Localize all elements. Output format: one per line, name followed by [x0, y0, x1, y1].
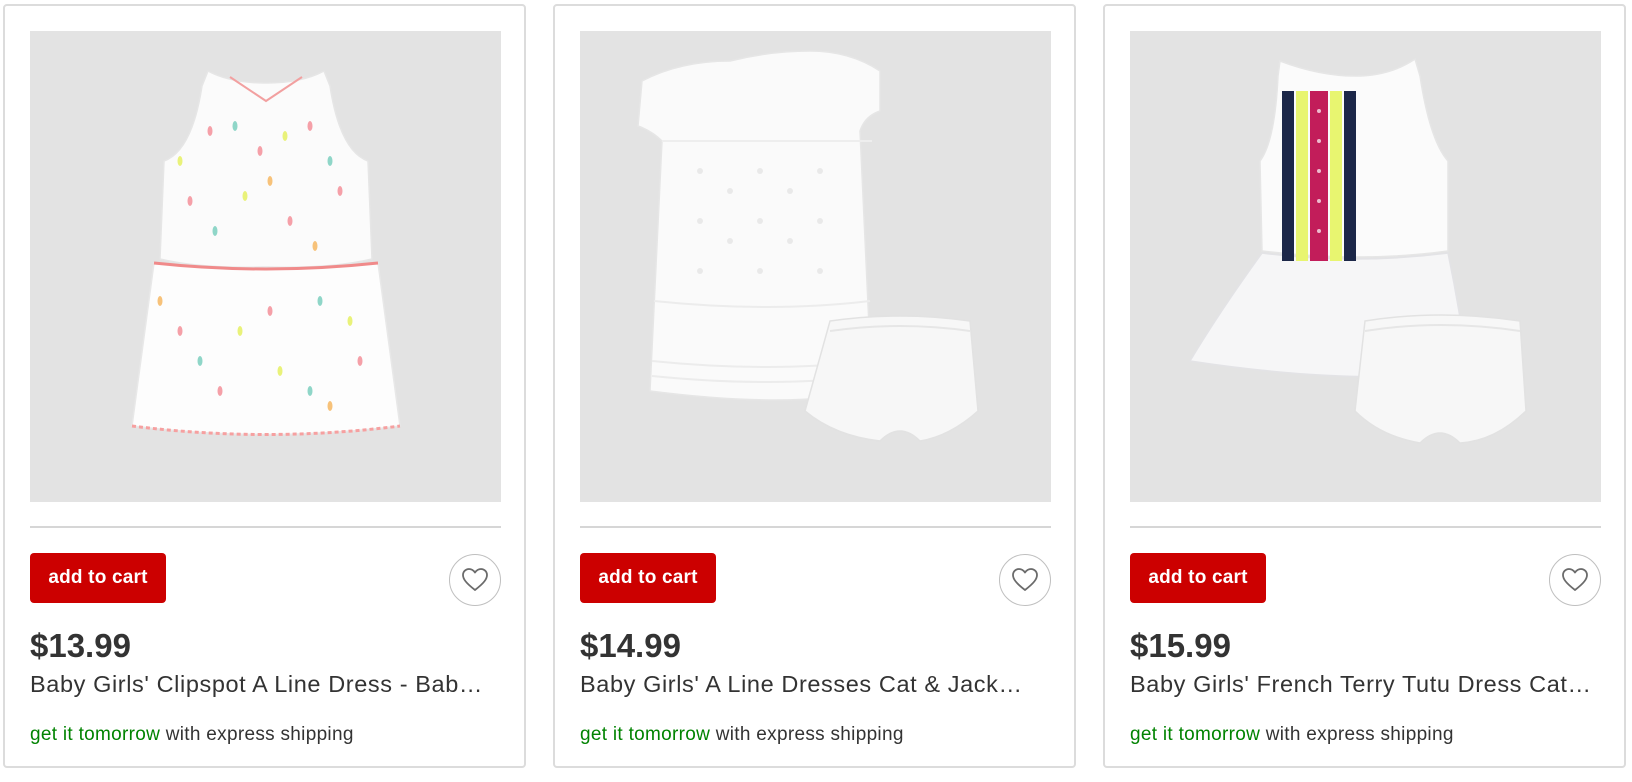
shipping-info: get it tomorrow with express shipping: [580, 722, 904, 748]
product-title[interactable]: Baby Girls' Clipspot A Line Dress - Bab…: [30, 667, 508, 701]
heart-outline-icon: [462, 568, 488, 591]
shipping-highlight: get it tomorrow: [1130, 724, 1261, 745]
heart-outline-icon: [1562, 568, 1588, 591]
favorite-button[interactable]: [999, 554, 1051, 606]
product-price: $14.99: [580, 627, 681, 664]
dress-image: [30, 31, 501, 502]
divider: [30, 526, 501, 528]
divider: [580, 526, 1051, 528]
product-price: $13.99: [30, 627, 131, 664]
product-grid: add to cart $13.99 Baby Girls' Clipspot …: [0, 0, 1632, 782]
favorite-button[interactable]: [449, 554, 501, 606]
shipping-text: with express shipping: [1260, 724, 1454, 745]
add-to-cart-button[interactable]: add to cart: [1130, 553, 1266, 603]
product-image[interactable]: [580, 31, 1051, 502]
product-title[interactable]: Baby Girls' A Line Dresses Cat & Jack…: [580, 667, 1058, 701]
product-card: add to cart $15.99 Baby Girls' French Te…: [1103, 4, 1626, 768]
divider: [1130, 526, 1601, 528]
shipping-info: get it tomorrow with express shipping: [30, 722, 354, 748]
dress-image: [1130, 31, 1601, 502]
product-title[interactable]: Baby Girls' French Terry Tutu Dress Cat…: [1130, 667, 1608, 701]
heart-outline-icon: [1012, 568, 1038, 591]
product-image[interactable]: [30, 31, 501, 502]
add-to-cart-button[interactable]: add to cart: [30, 553, 166, 603]
product-card: add to cart $13.99 Baby Girls' Clipspot …: [3, 4, 526, 768]
shipping-text: with express shipping: [710, 724, 904, 745]
shipping-highlight: get it tomorrow: [580, 724, 711, 745]
product-image[interactable]: [1130, 31, 1601, 502]
favorite-button[interactable]: [1549, 554, 1601, 606]
shipping-text: with express shipping: [160, 724, 354, 745]
product-card: add to cart $14.99 Baby Girls' A Line Dr…: [553, 4, 1076, 768]
product-price: $15.99: [1130, 627, 1231, 664]
add-to-cart-button[interactable]: add to cart: [580, 553, 716, 603]
shipping-highlight: get it tomorrow: [30, 724, 161, 745]
shipping-info: get it tomorrow with express shipping: [1130, 722, 1454, 748]
dress-image: [580, 31, 1051, 502]
